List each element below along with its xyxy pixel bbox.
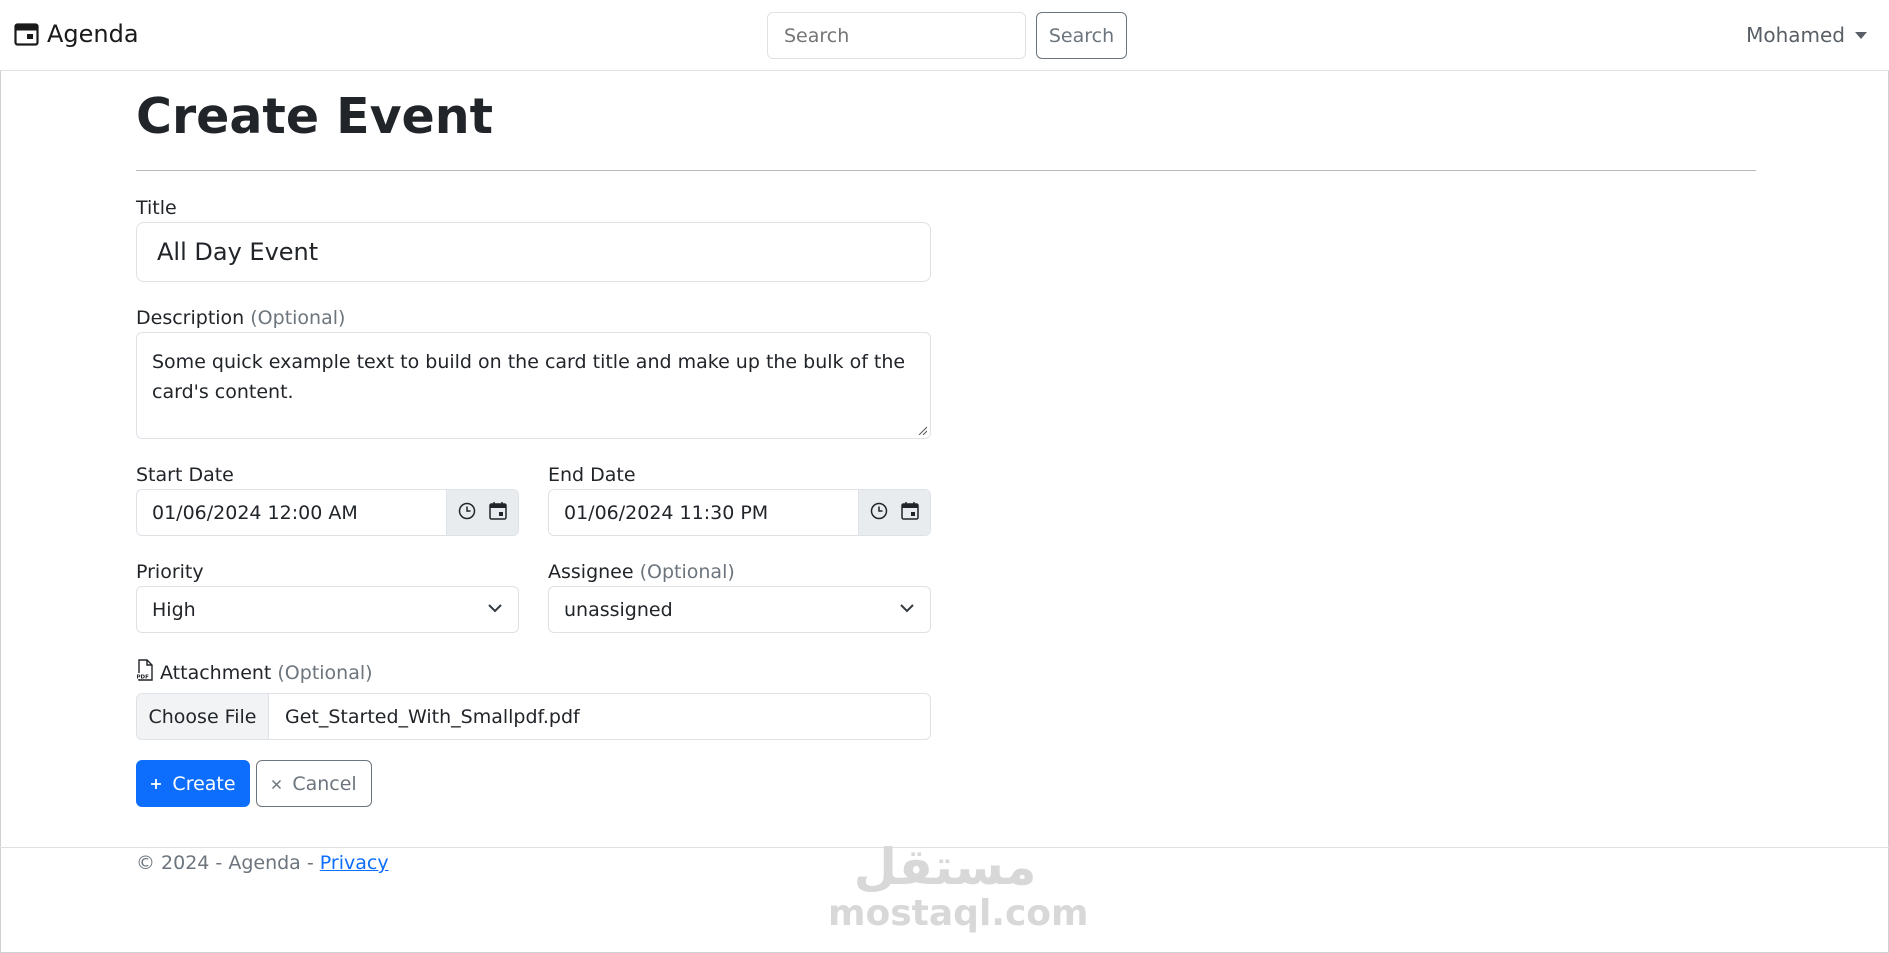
footer: © 2024 - Agenda - Privacy bbox=[136, 852, 389, 874]
description-value: Some quick example text to build on the … bbox=[152, 351, 906, 403]
close-icon bbox=[271, 773, 282, 795]
privacy-link[interactable]: Privacy bbox=[320, 852, 389, 874]
search-input[interactable] bbox=[767, 12, 1026, 59]
title-label: Title bbox=[136, 197, 177, 219]
calendar-icon bbox=[14, 22, 39, 47]
cancel-button-label: Cancel bbox=[292, 772, 357, 795]
footer-copyright: © 2024 - Agenda - bbox=[136, 852, 320, 874]
end-date-value[interactable]: 01/06/2024 11:30 PM bbox=[549, 490, 858, 535]
page-title: Create Event bbox=[136, 88, 494, 145]
search-button[interactable]: Search bbox=[1036, 12, 1127, 59]
attachment-label: PDF Attachment (Optional) bbox=[136, 659, 373, 686]
assignee-select[interactable]: unassigned bbox=[548, 586, 931, 633]
choose-file-button[interactable]: Choose File bbox=[137, 694, 269, 739]
end-date-picker[interactable]: 01/06/2024 11:30 PM bbox=[548, 489, 931, 536]
end-date-label: End Date bbox=[548, 464, 636, 486]
description-label: Description (Optional) bbox=[136, 307, 346, 329]
assignee-label: Assignee (Optional) bbox=[548, 561, 735, 583]
create-button-label: Create bbox=[172, 772, 236, 795]
calendar-icon[interactable] bbox=[900, 501, 920, 525]
priority-select[interactable]: High bbox=[136, 586, 519, 633]
navbar: Agenda Search Mohamed bbox=[0, 0, 1889, 71]
file-name: Get_Started_With_Smallpdf.pdf bbox=[285, 705, 580, 728]
user-name: Mohamed bbox=[1746, 23, 1845, 47]
priority-value: High bbox=[152, 598, 196, 621]
divider bbox=[136, 170, 1756, 171]
svg-text:PDF: PDF bbox=[137, 675, 150, 681]
description-textarea[interactable]: Some quick example text to build on the … bbox=[136, 332, 931, 439]
clock-icon[interactable] bbox=[457, 501, 477, 525]
start-date-picker[interactable]: 01/06/2024 12:00 AM bbox=[136, 489, 519, 536]
watermark-latin: mostaql.com bbox=[828, 893, 1089, 934]
main-content: Create Event Title All Day Event Descrip… bbox=[136, 88, 1756, 807]
watermark-logo: مستقل mostaql.com bbox=[828, 838, 1089, 935]
resize-handle-icon[interactable] bbox=[917, 425, 927, 435]
brand-link[interactable]: Agenda bbox=[14, 20, 139, 48]
start-date-value[interactable]: 01/06/2024 12:00 AM bbox=[137, 490, 446, 535]
file-input[interactable]: Choose File Get_Started_With_Smallpdf.pd… bbox=[136, 693, 931, 740]
watermark-arabic: مستقل bbox=[853, 838, 1037, 896]
caret-down-icon bbox=[1855, 31, 1867, 39]
brand-name: Agenda bbox=[47, 20, 139, 48]
clock-icon[interactable] bbox=[869, 501, 889, 525]
priority-label: Priority bbox=[136, 561, 204, 583]
assignee-value: unassigned bbox=[564, 598, 673, 621]
cancel-button[interactable]: Cancel bbox=[256, 760, 372, 807]
calendar-icon[interactable] bbox=[488, 501, 508, 525]
title-value: All Day Event bbox=[157, 238, 319, 266]
chevron-down-icon bbox=[899, 599, 915, 621]
create-button[interactable]: Create bbox=[136, 760, 250, 807]
user-menu[interactable]: Mohamed bbox=[1746, 23, 1867, 47]
pdf-file-icon: PDF bbox=[136, 659, 154, 686]
search-form: Search bbox=[767, 12, 1127, 59]
title-input[interactable]: All Day Event bbox=[136, 222, 931, 282]
chevron-down-icon bbox=[487, 599, 503, 621]
optional-hint: (Optional) bbox=[250, 307, 346, 329]
optional-hint: (Optional) bbox=[277, 661, 373, 684]
optional-hint: (Optional) bbox=[639, 561, 735, 583]
plus-icon bbox=[150, 773, 162, 795]
start-date-label: Start Date bbox=[136, 464, 234, 486]
